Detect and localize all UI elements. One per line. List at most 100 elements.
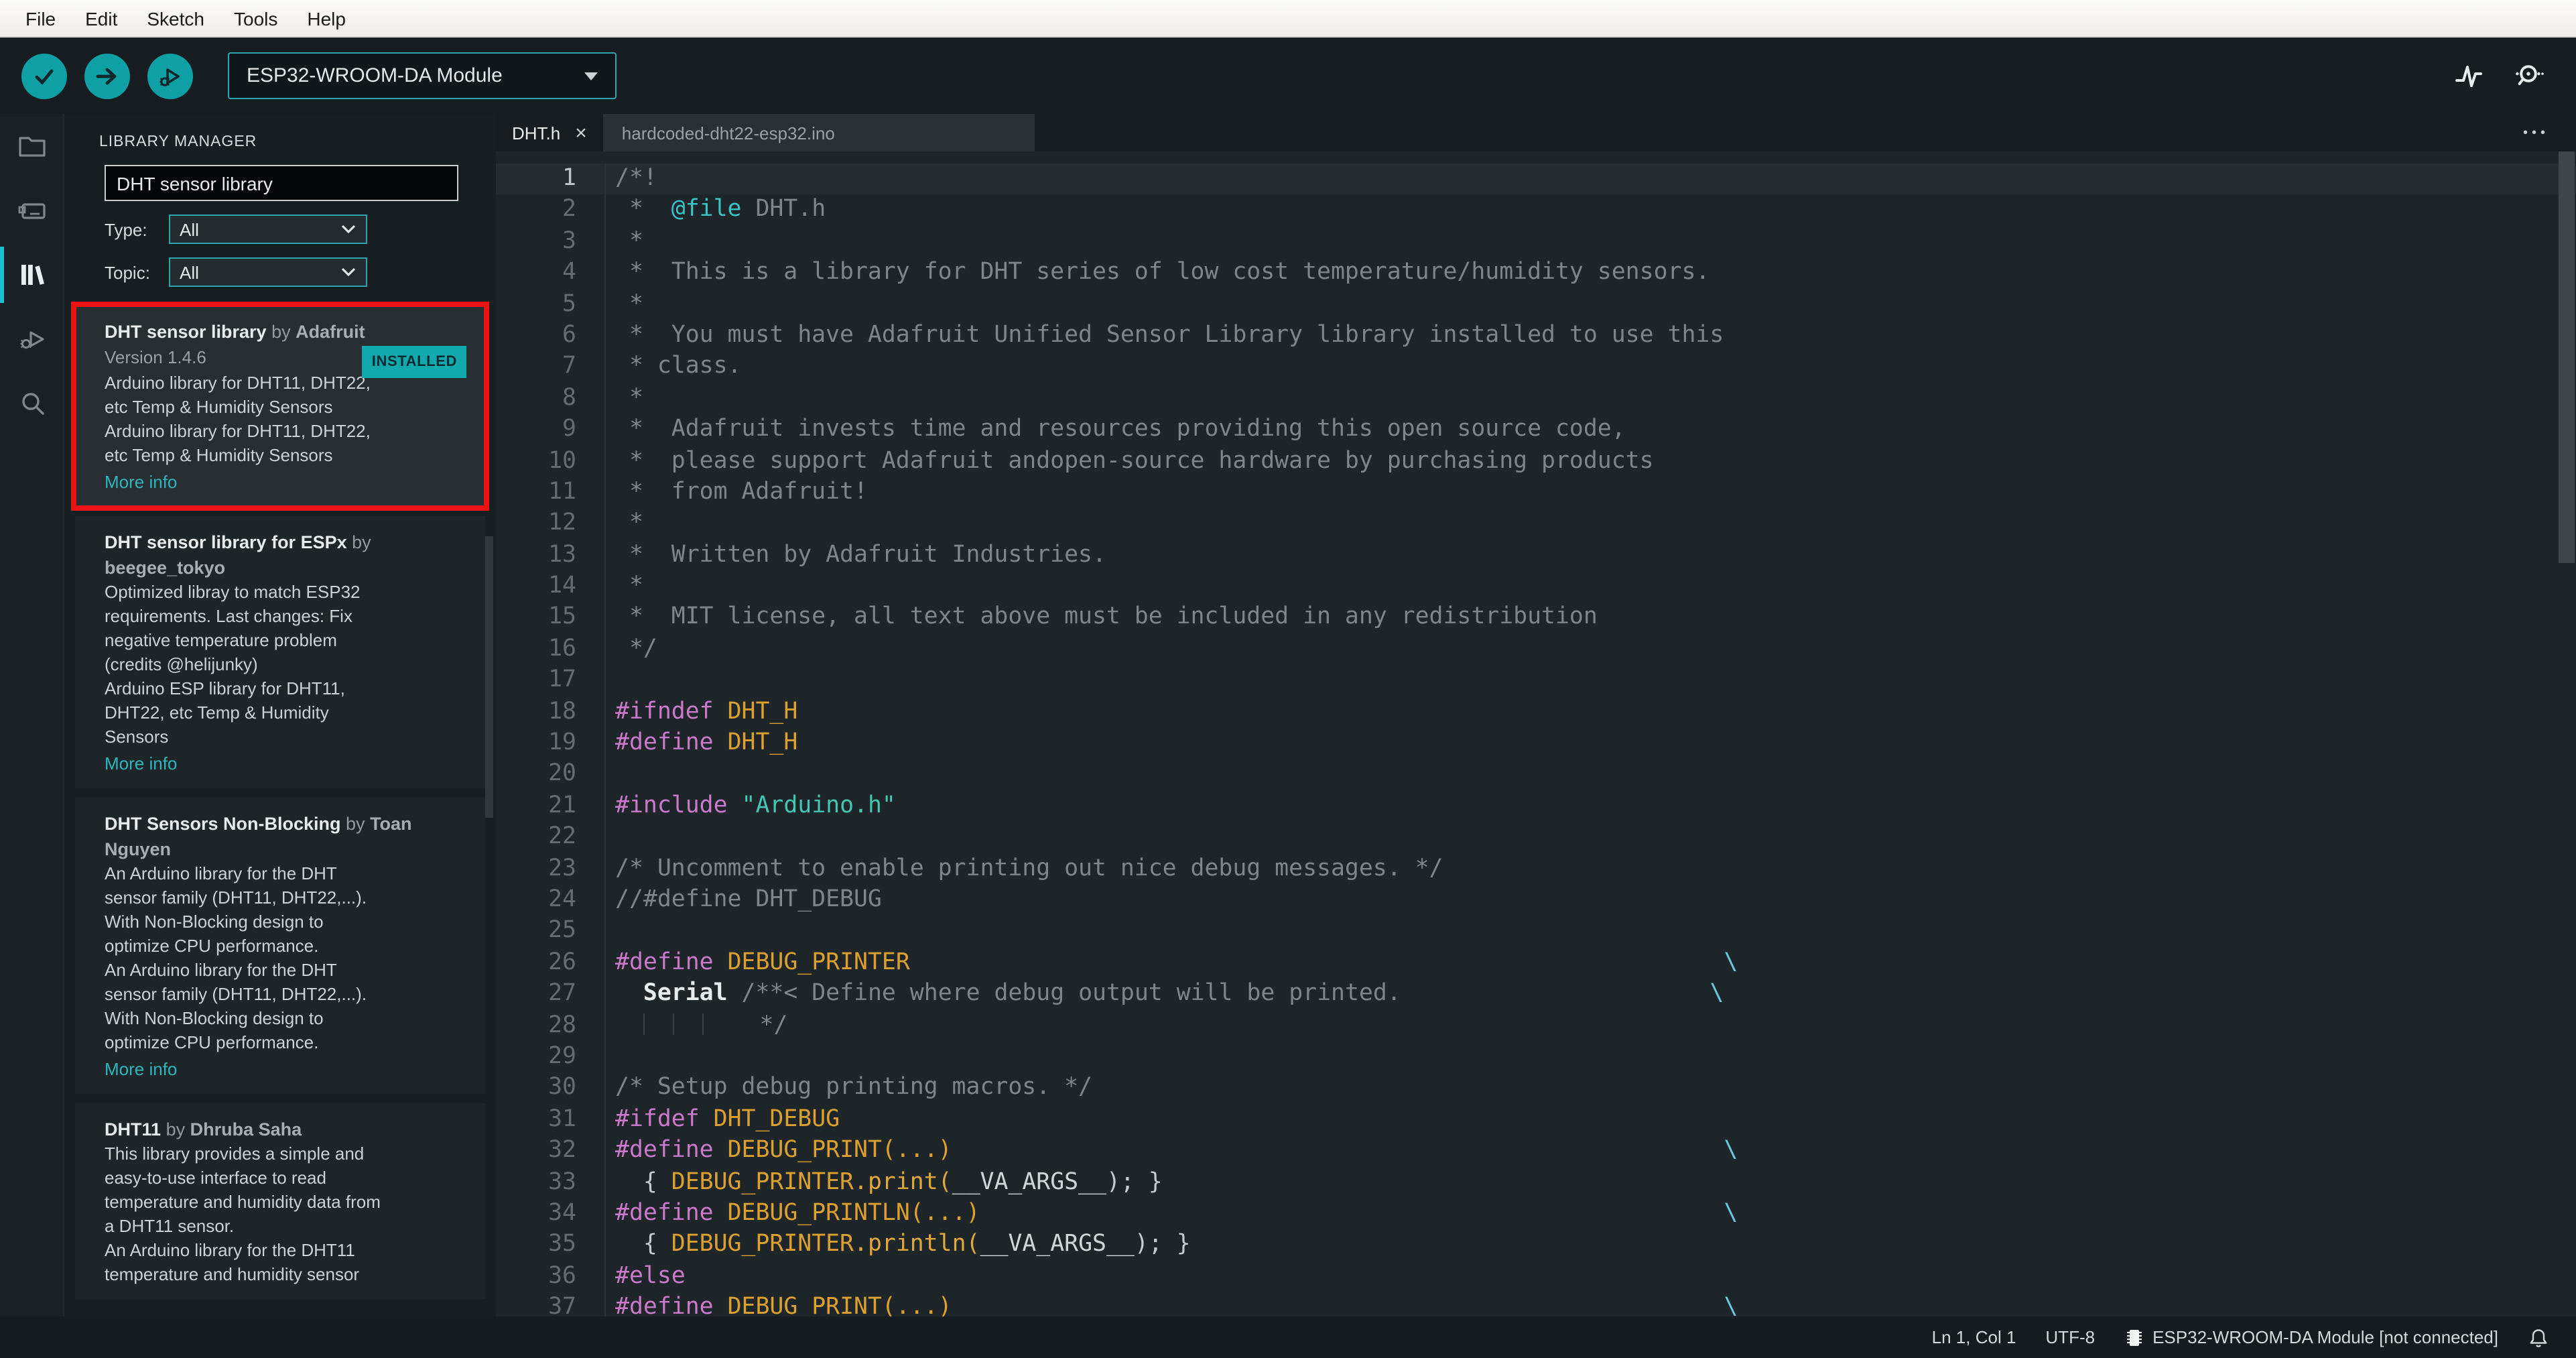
code-text: */	[604, 1010, 787, 1042]
line-number: 27	[548, 980, 576, 1007]
line-number: 26	[548, 948, 576, 976]
menu-file[interactable]: File	[11, 7, 70, 29]
code-text	[604, 822, 615, 854]
library-description-line: etc Temp & Humidity Sensors	[105, 397, 333, 417]
line-number: 15	[548, 603, 576, 631]
line-number: 13	[548, 541, 576, 568]
code-text: /* Uncomment to enable printing out nice…	[604, 853, 1443, 885]
code-editor[interactable]: 1/*! 2 * @file DHT.h 3 * 4 * This is a libr…	[496, 151, 2576, 1316]
panel-scrollbar[interactable]	[485, 536, 493, 818]
type-filter-value: All	[180, 219, 199, 239]
serial-monitor-icon[interactable]	[2512, 60, 2544, 92]
line-number: 36	[548, 1262, 576, 1290]
sidebar-item-search[interactable]	[0, 371, 63, 436]
library-manager-icon	[21, 265, 44, 285]
encoding[interactable]: UTF-8	[2045, 1327, 2095, 1347]
code-line: 5 *	[496, 289, 2576, 320]
close-x-icon[interactable]: ×	[575, 123, 587, 143]
line-number: 24	[548, 885, 576, 913]
library-card[interactable]: DHT11 by Dhruba Saha This library provide…	[75, 1103, 485, 1299]
line-number: 30	[548, 1074, 576, 1101]
topic-filter-select[interactable]: All	[169, 257, 367, 287]
library-description-line: Sensors	[105, 727, 169, 747]
debug-button[interactable]	[147, 53, 193, 99]
board-status[interactable]: ESP32-WROOM-DA Module [not connected]	[2124, 1326, 2498, 1348]
line-number: 18	[548, 698, 576, 725]
type-filter-select[interactable]: All	[169, 214, 367, 244]
sidebar-item-library-manager[interactable]	[0, 243, 63, 307]
editor-scrollbar[interactable]	[2559, 151, 2575, 563]
debug-icon	[159, 68, 180, 86]
code-line: 14 *	[496, 571, 2576, 603]
installed-badge: INSTALLED	[362, 346, 466, 378]
code-line: 12 *	[496, 508, 2576, 540]
library-card[interactable]: DHT Sensors Non-Blocking by Toan Nguyen A…	[75, 798, 485, 1094]
code-line: 35 { DEBUG_PRINTER.println(__VA_ARGS__);…	[496, 1229, 2576, 1261]
search-icon	[21, 393, 44, 415]
code-line: 37 #define DEBUG_PRINT(...) \	[496, 1292, 2576, 1316]
line-number: 7	[562, 353, 576, 380]
code-line: 11 * from Adafruit!	[496, 477, 2576, 509]
line-number: 37	[548, 1294, 576, 1316]
tab-sketch-ino[interactable]: hardcoded-dht22-esp32.ino	[602, 114, 1035, 151]
upload-button[interactable]	[84, 53, 130, 99]
sidebar-item-sketchbook[interactable]	[0, 114, 63, 178]
line-number: 11	[548, 478, 576, 505]
code-line: 32 #define DEBUG_PRINT(...) \	[496, 1135, 2576, 1167]
line-number: 2	[562, 196, 576, 223]
more-info-link[interactable]: More info	[105, 469, 469, 495]
more-info-link[interactable]: More info	[105, 1056, 469, 1082]
notification-bell-icon[interactable]	[2528, 1326, 2549, 1348]
board-selector-value: ESP32-WROOM-DA Module	[247, 64, 503, 87]
code-line: 16 */	[496, 633, 2576, 666]
code-line: 28 */	[496, 1010, 2576, 1042]
board-status-text: ESP32-WROOM-DA Module [not connected]	[2152, 1327, 2498, 1347]
arduino-ide-window: File Edit Sketch Tools Help ESP32-WROOM-…	[0, 0, 2576, 1358]
library-list: DHT sensor library by Adafruit Version 1.…	[64, 302, 496, 1299]
sidebar-item-boards-manager[interactable]	[0, 178, 63, 243]
library-by-text: by	[161, 1119, 190, 1139]
verify-button[interactable]	[21, 53, 67, 99]
library-search-input[interactable]	[105, 165, 458, 201]
menu-sketch[interactable]: Sketch	[132, 7, 219, 29]
code-text: #define DEBUG_PRINTLN(...) \	[604, 1198, 1738, 1230]
code-line: 20	[496, 759, 2576, 791]
type-filter-row: Type: All	[105, 214, 496, 244]
library-card[interactable]: DHT sensor library for ESPx by beegee_to…	[75, 516, 485, 788]
library-author: Adafruit	[296, 322, 365, 342]
line-number: 33	[548, 1168, 576, 1195]
library-description-line: optimize CPU performance.	[105, 936, 319, 956]
code-text	[604, 665, 615, 697]
cursor-position[interactable]: Ln 1, Col 1	[1932, 1327, 2016, 1347]
library-description-line: sensor family (DHT11, DHT22,...).	[105, 887, 367, 908]
code-text: #else	[604, 1261, 686, 1293]
library-title-text: DHT sensor library	[105, 322, 267, 342]
more-actions-icon[interactable]: •••	[2523, 114, 2549, 151]
menu-help[interactable]: Help	[292, 7, 361, 29]
serial-plotter-icon[interactable]	[2453, 60, 2485, 92]
menu-edit[interactable]: Edit	[70, 7, 132, 29]
more-info-link[interactable]: More info	[105, 751, 469, 776]
code-text: * Written by Adafruit Industries.	[604, 540, 1106, 572]
editor-tab-bar: DHT.h × hardcoded-dht22-esp32.ino •••	[496, 114, 2576, 151]
code-text: *	[604, 289, 643, 320]
line-number: 35	[548, 1231, 576, 1258]
code-text: * class.	[604, 351, 741, 383]
line-number: 10	[548, 447, 576, 475]
menu-tools[interactable]: Tools	[219, 7, 292, 29]
library-card[interactable]: DHT sensor library by Adafruit Version 1.…	[71, 302, 489, 511]
library-title-text: DHT sensor library for ESPx	[105, 532, 347, 552]
code-text: #ifndef DHT_H	[604, 696, 797, 729]
line-number: 25	[548, 917, 576, 944]
code-text: * from Adafruit!	[604, 477, 868, 509]
code-line: 30 /* Setup debug printing macros. */	[496, 1072, 2576, 1105]
tab-dht-h[interactable]: DHT.h ×	[496, 114, 603, 151]
board-selector[interactable]: ESP32-WROOM-DA Module	[228, 52, 617, 99]
code-lines: 1/*! 2 * @file DHT.h 3 * 4 * This is a libr…	[496, 164, 2576, 1316]
code-text: { DEBUG_PRINTER.println(__VA_ARGS__); }	[604, 1229, 1191, 1261]
line-number: 1	[562, 165, 576, 192]
sidebar-item-debug[interactable]	[0, 307, 63, 371]
line-number: 34	[548, 1199, 576, 1227]
library-description-line: Arduino library for DHT11, DHT22,	[105, 421, 371, 441]
line-number: 17	[548, 666, 576, 694]
